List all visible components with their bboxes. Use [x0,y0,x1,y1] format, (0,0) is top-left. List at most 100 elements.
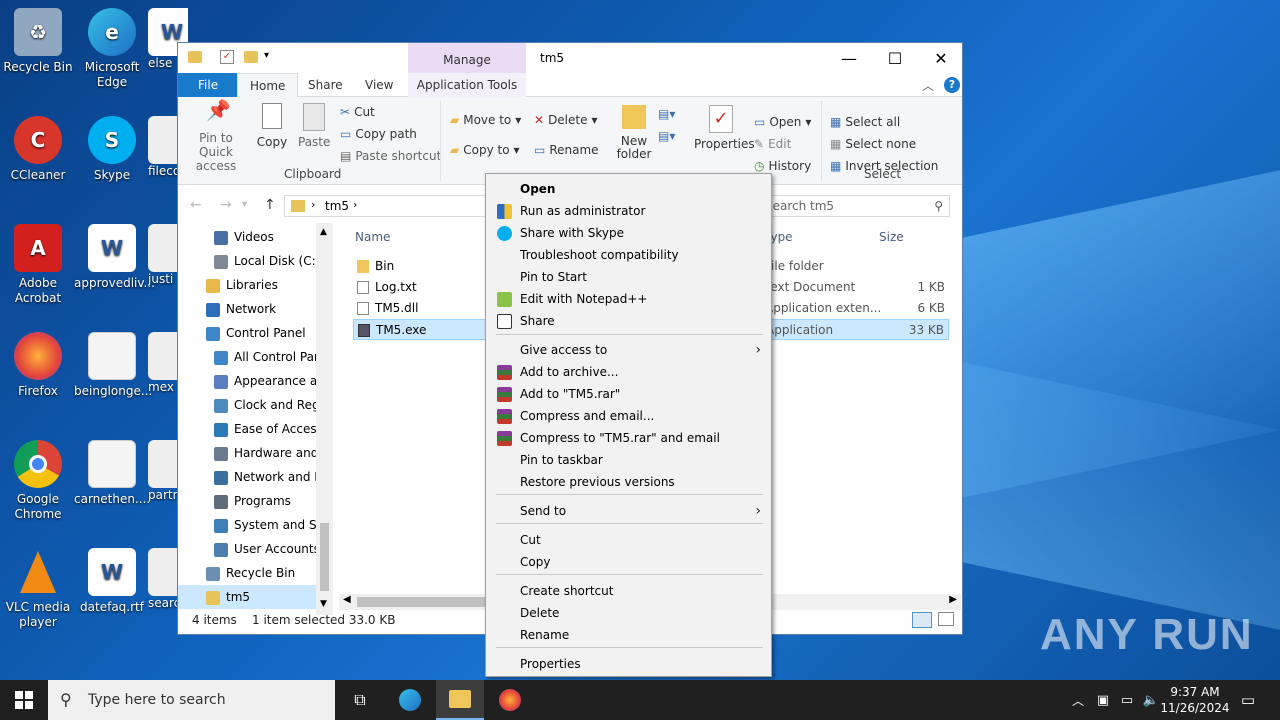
vlc-desktop-icon[interactable]: VLC media player [0,548,76,630]
ccleaner-desktop-icon[interactable]: C CCleaner [0,116,76,183]
image-desktop-icon-2[interactable]: carnethen.... [74,440,150,507]
forward-arrow-icon[interactable]: → [220,197,232,213]
scroll-up-icon[interactable]: ▲ [320,227,327,237]
details-view-icon[interactable] [912,612,932,628]
word-doc-desktop-icon-2[interactable]: Wapprovedliv... [74,224,155,291]
new-folder-quick-icon[interactable] [244,51,258,63]
edge-taskbar-button[interactable] [386,680,434,720]
new-item-icon[interactable]: ▤▾ [658,107,675,121]
select-all-button[interactable]: ▦ Select all [830,115,900,129]
file-desktop-icon-2[interactable]: justi [148,224,178,287]
file-explorer-taskbar-button[interactable] [436,680,484,720]
file-desktop-icon-4[interactable]: partn [148,440,178,503]
move-to-button[interactable]: ▰ Move to ▾ [450,113,521,127]
scroll-right-icon[interactable]: ▶ [949,594,957,605]
device-icon[interactable]: ▣ [1092,680,1114,720]
cut-button[interactable]: ✂ Cut [340,105,375,119]
notifications-button[interactable]: ▭ [1234,680,1262,720]
nav-item-clock-and-regi[interactable]: Clock and Regi [178,393,316,417]
tab-view[interactable]: View [353,73,405,97]
skype-desktop-icon[interactable]: S Skype [74,116,150,183]
context-menu-item-add-to-archive[interactable]: Add to archive... [486,361,771,383]
nav-item-system-and-sec[interactable]: System and Sec [178,513,316,537]
copy-button[interactable]: Copy [256,103,288,149]
context-menu-item-send-to[interactable]: Send to › [486,500,771,522]
nav-item-recycle-bin[interactable]: Recycle Bin [178,561,316,585]
quick-access-dropdown-icon[interactable]: ▾ [264,50,269,61]
address-field[interactable]: › tm5 › [284,195,488,217]
nav-item-user-accounts[interactable]: User Accounts [178,537,316,561]
tab-application-tools[interactable]: Application Tools [408,73,526,97]
volume-icon[interactable]: 🔈 [1140,680,1162,720]
tab-file[interactable]: File [178,73,239,97]
show-hidden-icons-button[interactable]: ︿ [1066,680,1090,720]
word-doc-desktop-icon-3[interactable]: Wdatefaq.rtf [74,548,150,615]
paste-button[interactable]: Paste [298,103,330,149]
search-field[interactable]: Search tm5 ⚲ [754,195,950,217]
nav-item-all-control-par[interactable]: All Control Par [178,345,316,369]
tab-share[interactable]: Share [296,73,355,97]
context-menu-item-restore-previous-versions[interactable]: Restore previous versions [486,471,771,493]
easy-access-icon[interactable]: ▤▾ [658,129,675,143]
nav-item-hardware-and[interactable]: Hardware and [178,441,316,465]
nav-scrollbar[interactable]: ▲ ▼ [316,223,333,615]
context-menu-item-troubleshoot-compatibility[interactable]: Troubleshoot compatibility [486,244,771,266]
nav-item-videos[interactable]: Videos [178,225,316,249]
scroll-thumb[interactable] [320,523,329,591]
back-arrow-icon[interactable]: ← [190,197,202,213]
file-desktop-icon[interactable]: fileco [148,116,178,179]
properties-quick-icon[interactable]: ✓ [220,50,234,64]
file-desktop-icon-5[interactable]: searc [148,548,178,611]
nav-item-network[interactable]: Network [178,297,316,321]
history-button[interactable]: ◷ History [754,159,811,173]
new-folder-button[interactable]: New folder [614,105,654,161]
context-menu-item-compress-to-tm5-rar-and-email[interactable]: Compress to "TM5.rar" and email [486,427,771,449]
context-menu-item-create-shortcut[interactable]: Create shortcut [486,580,771,602]
column-header-name[interactable]: Name [355,227,390,248]
task-view-button[interactable]: ⧉ [336,680,384,720]
context-menu-item-give-access-to[interactable]: Give access to › [486,339,771,361]
acrobat-desktop-icon[interactable]: A Adobe Acrobat [0,224,76,306]
title-bar[interactable]: ✓ ▾ Manage tm5 — ☐ ✕ [178,43,962,73]
firefox-desktop-icon[interactable]: Firefox [0,332,76,399]
context-menu-item-pin-to-taskbar[interactable]: Pin to taskbar [486,449,771,471]
ribbon-collapse-icon[interactable]: ︿ [922,77,934,94]
edge-desktop-icon[interactable]: e Microsoft Edge [74,8,150,90]
pin-quick-access-button[interactable]: 📌 Pin to Quick access [184,100,248,173]
context-menu-item-add-to-tm5-rar[interactable]: Add to "TM5.rar" [486,383,771,405]
column-header-size[interactable]: Size [879,227,904,248]
chrome-desktop-icon[interactable]: Google Chrome [0,440,76,522]
up-arrow-icon[interactable]: ↑ [264,197,276,213]
context-menu-item-pin-to-start[interactable]: Pin to Start [486,266,771,288]
context-menu-item-cut[interactable]: Cut [486,529,771,551]
edit-button[interactable]: ✎ Edit [754,137,791,151]
nav-item-local-disk-c[interactable]: Local Disk (C:) [178,249,316,273]
nav-item-ease-of-access[interactable]: Ease of Access [178,417,316,441]
tab-home[interactable]: Home [237,73,299,98]
context-menu-item-rename[interactable]: Rename [486,624,771,646]
recent-dropdown-icon[interactable]: ▾ [242,199,247,210]
context-menu-item-copy[interactable]: Copy [486,551,771,573]
context-menu-item-compress-and-email[interactable]: Compress and email... [486,405,771,427]
minimize-button[interactable]: — [826,43,872,73]
nav-item-programs[interactable]: Programs [178,489,316,513]
scroll-left-icon[interactable]: ◀ [343,594,351,605]
paste-shortcut-button[interactable]: ▤ Paste shortcut [340,149,441,163]
context-menu-item-share[interactable]: Share [486,310,771,332]
clock[interactable]: 9:37 AM 11/26/2024 [1160,684,1230,716]
maximize-button[interactable]: ☐ [872,43,918,73]
context-menu-item-open[interactable]: Open [486,178,771,200]
start-button[interactable] [0,680,48,720]
nav-item-libraries[interactable]: Libraries [178,273,316,297]
rename-button[interactable]: ▭ Rename [534,143,599,157]
help-icon[interactable]: ? [944,77,960,93]
taskbar-search-box[interactable]: ⚲ Type here to search [48,680,335,720]
open-button[interactable]: ▭ Open ▾ [754,115,811,129]
network-icon[interactable]: ▭ [1116,680,1138,720]
context-menu-item-run-as-administrator[interactable]: Run as administrator [486,200,771,222]
context-menu-item-share-with-skype[interactable]: Share with Skype [486,222,771,244]
large-icons-view-icon[interactable] [938,612,954,626]
recycle-bin-desktop-icon[interactable]: ♻ Recycle Bin [0,8,76,75]
breadcrumb-tm5[interactable]: tm5 [325,199,349,213]
context-menu-item-properties[interactable]: Properties [486,653,771,675]
